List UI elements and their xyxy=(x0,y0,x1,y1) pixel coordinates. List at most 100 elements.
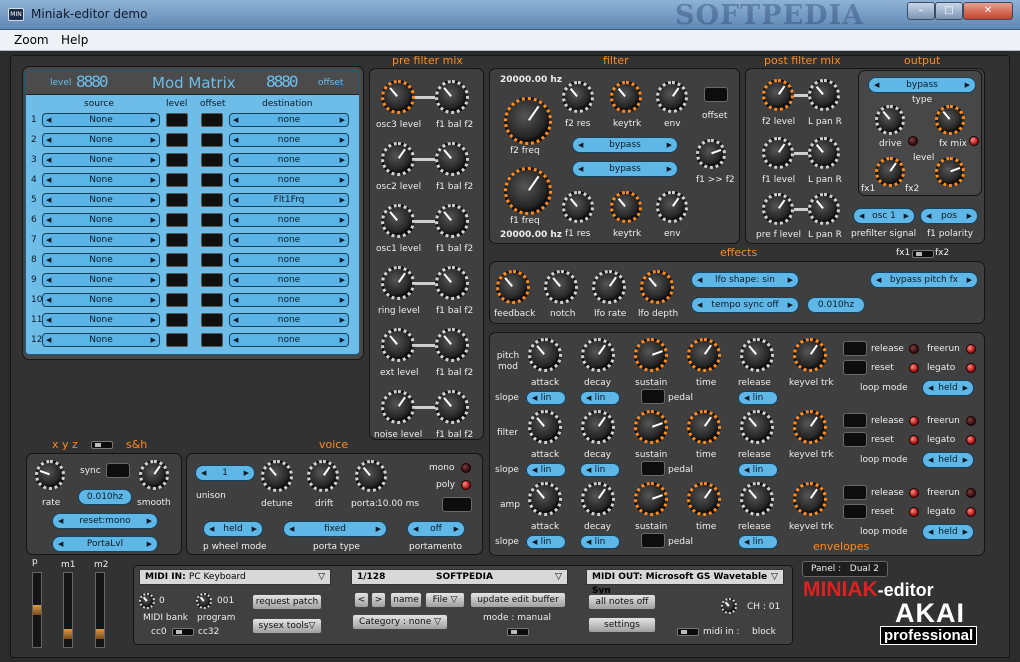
matrix-offset-control[interactable] xyxy=(201,173,223,187)
matrix-offset-control[interactable] xyxy=(201,153,223,167)
close-button[interactable]: ✕ xyxy=(963,2,1013,20)
request-patch-button[interactable]: request patch xyxy=(252,594,322,610)
env-attack-knob[interactable] xyxy=(528,338,562,372)
f1-keytrk-knob[interactable] xyxy=(610,191,642,223)
f1-bal-f2-knob[interactable] xyxy=(435,80,469,114)
source-level-knob[interactable] xyxy=(381,204,415,238)
matrix-source-select[interactable]: ◀ None ▶ xyxy=(42,153,160,167)
pwheel-mode-select[interactable]: ◀ held ▶ xyxy=(203,521,263,537)
maximize-button[interactable]: □ xyxy=(935,2,963,20)
update-edit-buffer-button[interactable]: update edit buffer xyxy=(470,592,566,608)
matrix-source-select[interactable]: ◀ None ▶ xyxy=(42,333,160,347)
env-reset-button[interactable] xyxy=(843,432,867,447)
env-time-knob[interactable] xyxy=(687,410,721,444)
notch-knob[interactable] xyxy=(544,270,578,304)
output-type-select[interactable]: ◀ bypass ▶ xyxy=(868,77,976,93)
env-keyvel-knob[interactable] xyxy=(793,482,827,516)
matrix-level-control[interactable] xyxy=(166,293,188,307)
porta-type-select[interactable]: ◀ fixed ▶ xyxy=(283,521,387,537)
matrix-level-control[interactable] xyxy=(166,313,188,327)
matrix-level-control[interactable] xyxy=(166,193,188,207)
source-level-knob[interactable] xyxy=(381,142,415,176)
matrix-source-select[interactable]: ◀ None ▶ xyxy=(42,113,160,127)
f1-bal-f2-knob[interactable] xyxy=(435,266,469,300)
env-slope-select[interactable]: ◀ lin xyxy=(526,535,566,549)
env-loop-mode-select[interactable]: ◀ held ▶ xyxy=(922,524,974,540)
f1-bal-f2-knob[interactable] xyxy=(435,142,469,176)
env-slope-select[interactable]: ◀ lin xyxy=(526,463,566,477)
smooth-knob[interactable] xyxy=(139,460,169,490)
f1-bal-f2-knob[interactable] xyxy=(435,390,469,424)
env-pedal-button[interactable] xyxy=(641,389,665,404)
env-time-knob[interactable] xyxy=(687,482,721,516)
matrix-level-control[interactable] xyxy=(166,153,188,167)
env-release-button[interactable] xyxy=(843,485,867,500)
matrix-source-select[interactable]: ◀ None ▶ xyxy=(42,253,160,267)
channel-knob[interactable] xyxy=(721,598,737,614)
matrix-destination-select[interactable]: ◀ Flt1Frq ▶ xyxy=(229,193,349,207)
matrix-destination-select[interactable]: ◀ none ▶ xyxy=(229,173,349,187)
env-decay-knob[interactable] xyxy=(581,338,615,372)
matrix-source-select[interactable]: ◀ None ▶ xyxy=(42,133,160,147)
sync-button[interactable] xyxy=(106,463,130,478)
source-level-knob[interactable] xyxy=(381,390,415,424)
all-notes-off-button[interactable]: all notes off xyxy=(588,594,656,610)
menu-zoom[interactable]: Zoom xyxy=(14,33,49,47)
porta-knob[interactable] xyxy=(355,460,387,492)
matrix-destination-select[interactable]: ◀ none ▶ xyxy=(229,333,349,347)
matrix-destination-select[interactable]: ◀ none ▶ xyxy=(229,313,349,327)
file-button[interactable]: File ▽ xyxy=(425,592,465,608)
env-sustain-knob[interactable] xyxy=(634,338,668,372)
next-patch-button[interactable]: > xyxy=(371,592,386,608)
matrix-offset-control[interactable] xyxy=(201,313,223,327)
f2-keytrk-knob[interactable] xyxy=(610,81,642,113)
bypass-pitch-fx-select[interactable]: ◀ bypass pitch fx ▶ xyxy=(870,272,978,288)
fx1-level-knob[interactable] xyxy=(875,157,905,187)
matrix-source-select[interactable]: ◀ None ▶ xyxy=(42,313,160,327)
env-reset-button[interactable] xyxy=(843,360,867,375)
effects-fx-switch[interactable] xyxy=(912,250,934,258)
source-level-knob[interactable] xyxy=(381,80,415,114)
env-decay-slope-select[interactable]: ◀ lin xyxy=(580,535,620,549)
f1-to-f2-knob[interactable] xyxy=(696,139,726,169)
matrix-level-control[interactable] xyxy=(166,113,188,127)
filter1-bypass-select[interactable]: ◀ bypass ▶ xyxy=(572,161,678,177)
env-keyvel-knob[interactable] xyxy=(793,338,827,372)
matrix-level-control[interactable] xyxy=(166,233,188,247)
env-decay-slope-select[interactable]: ◀ lin xyxy=(580,463,620,477)
env-sustain-knob[interactable] xyxy=(634,410,668,444)
env-release-slope-select[interactable]: ◀ lin xyxy=(738,391,778,405)
f1-env-knob[interactable] xyxy=(656,191,688,223)
env-attack-knob[interactable] xyxy=(528,482,562,516)
pre-f-pan-knob[interactable] xyxy=(808,193,840,225)
matrix-source-select[interactable]: ◀ None ▶ xyxy=(42,213,160,227)
f1-bal-f2-knob[interactable] xyxy=(435,204,469,238)
matrix-destination-select[interactable]: ◀ none ▶ xyxy=(229,133,349,147)
sh-rate-value[interactable]: 0.010hz xyxy=(78,489,132,505)
matrix-destination-select[interactable]: ◀ none ▶ xyxy=(229,153,349,167)
lfo-depth-knob[interactable] xyxy=(640,270,674,304)
source-level-knob[interactable] xyxy=(381,266,415,300)
midi-in-block-switch[interactable] xyxy=(677,628,699,636)
env-slope-select[interactable]: ◀ lin xyxy=(526,391,566,405)
offset-button[interactable] xyxy=(704,87,728,102)
matrix-offset-control[interactable] xyxy=(201,133,223,147)
lfo-rate-knob[interactable] xyxy=(592,270,626,304)
reset-mono-select[interactable]: ◀ reset:mono ▶ xyxy=(52,513,158,529)
matrix-destination-select[interactable]: ◀ none ▶ xyxy=(229,253,349,267)
lfo-shape-select[interactable]: ◀ lfo shape: sin ▶ xyxy=(691,272,799,288)
f2-res-knob[interactable] xyxy=(562,81,594,113)
f2-freq-knob[interactable] xyxy=(504,97,552,145)
midi-in-select[interactable]: MIDI IN: PC Keyboard ▽ xyxy=(139,569,331,585)
category-select[interactable]: Category : none ▽ xyxy=(352,614,448,630)
f2-level-knob[interactable] xyxy=(762,79,794,111)
env-release-knob[interactable] xyxy=(740,338,774,372)
env-pedal-button[interactable] xyxy=(641,533,665,548)
pitch-fader[interactable] xyxy=(32,572,42,648)
prefilter-osc-select[interactable]: ◀ osc 1 ▶ xyxy=(853,208,915,224)
matrix-destination-select[interactable]: ◀ none ▶ xyxy=(229,293,349,307)
matrix-offset-control[interactable] xyxy=(201,113,223,127)
name-button[interactable]: name xyxy=(390,592,422,608)
pre-f-level-knob[interactable] xyxy=(762,193,794,225)
env-decay-knob[interactable] xyxy=(581,410,615,444)
